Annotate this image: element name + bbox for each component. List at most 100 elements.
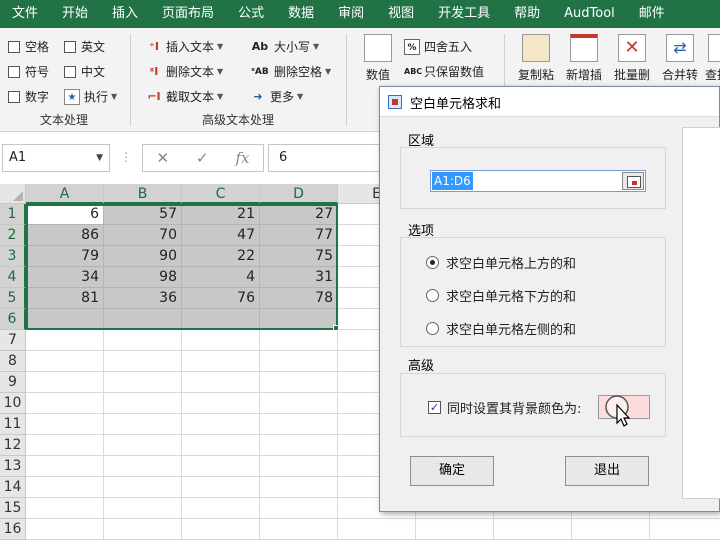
cell[interactable]: 70	[104, 225, 182, 246]
cell[interactable]	[26, 309, 104, 330]
cell[interactable]	[260, 414, 338, 435]
range-picker-icon[interactable]	[622, 172, 644, 190]
row-header-6[interactable]: 6	[0, 309, 26, 330]
cell[interactable]	[182, 498, 260, 519]
option-above[interactable]: 求空白单元格上方的和	[426, 253, 576, 272]
cell[interactable]	[26, 393, 104, 414]
cell[interactable]: 36	[104, 288, 182, 309]
menu-mail[interactable]: 邮件	[627, 0, 677, 28]
check-english[interactable]: 英文	[64, 38, 105, 55]
cell[interactable]	[26, 330, 104, 351]
cell[interactable]	[494, 519, 572, 540]
cell[interactable]	[104, 309, 182, 330]
cell[interactable]	[26, 456, 104, 477]
option-left[interactable]: 求空白单元格左侧的和	[426, 319, 576, 338]
cell[interactable]	[260, 309, 338, 330]
cell[interactable]	[572, 519, 650, 540]
menu-insert[interactable]: 插入	[100, 0, 150, 28]
extract-text-button[interactable]: ⌐I 截取文本 ▼	[146, 88, 223, 105]
row-header-13[interactable]: 13	[0, 456, 26, 477]
cell[interactable]	[182, 435, 260, 456]
menu-page-layout[interactable]: 页面布局	[150, 0, 226, 28]
cell[interactable]: 75	[260, 246, 338, 267]
menu-review[interactable]: 审阅	[326, 0, 376, 28]
execute-button[interactable]: ★ 执行 ▼	[64, 88, 117, 105]
bg-color-checkbox[interactable]: ✓ 同时设置其背景颜色为:	[428, 398, 581, 417]
delete-text-button[interactable]: ˣI 删除文本 ▼	[146, 63, 224, 80]
exit-button[interactable]: 退出	[565, 456, 649, 486]
row-header-8[interactable]: 8	[0, 351, 26, 372]
cell[interactable]	[182, 519, 260, 540]
check-space[interactable]: 空格	[8, 38, 49, 55]
row-header-16[interactable]: 16	[0, 519, 26, 540]
cancel-icon[interactable]: ✕	[156, 149, 169, 167]
cell[interactable]: 27	[260, 204, 338, 225]
cell[interactable]	[26, 414, 104, 435]
row-header-7[interactable]: 7	[0, 330, 26, 351]
cell[interactable]	[26, 351, 104, 372]
cell[interactable]	[182, 372, 260, 393]
name-box[interactable]: A1 ▼	[2, 144, 110, 172]
cell[interactable]: 22	[182, 246, 260, 267]
menu-formulas[interactable]: 公式	[226, 0, 276, 28]
row-header-1[interactable]: 1	[0, 204, 26, 225]
cell[interactable]	[104, 456, 182, 477]
option-below[interactable]: 求空白单元格下方的和	[426, 286, 576, 305]
ok-button[interactable]: 确定	[410, 456, 494, 486]
row-header-10[interactable]: 10	[0, 393, 26, 414]
cell[interactable]	[416, 519, 494, 540]
cell[interactable]	[260, 435, 338, 456]
cell[interactable]	[260, 519, 338, 540]
cell[interactable]: 76	[182, 288, 260, 309]
cell[interactable]	[182, 309, 260, 330]
cell[interactable]	[182, 414, 260, 435]
row-header-4[interactable]: 4	[0, 267, 26, 288]
menu-developer[interactable]: 开发工具	[426, 0, 502, 28]
cell[interactable]	[182, 456, 260, 477]
row-header-15[interactable]: 15	[0, 498, 26, 519]
cell[interactable]: 79	[26, 246, 104, 267]
cell[interactable]	[260, 351, 338, 372]
insert-text-button[interactable]: ⁺I 插入文本 ▼	[146, 38, 223, 55]
cell[interactable]	[26, 519, 104, 540]
cell[interactable]	[260, 477, 338, 498]
cell[interactable]	[104, 393, 182, 414]
cell[interactable]: 90	[104, 246, 182, 267]
row-header-5[interactable]: 5	[0, 288, 26, 309]
cell[interactable]: 21	[182, 204, 260, 225]
col-header-d[interactable]: D	[260, 184, 338, 204]
row-header-3[interactable]: 3	[0, 246, 26, 267]
cell[interactable]	[182, 393, 260, 414]
cell[interactable]: 6	[26, 204, 104, 225]
cell[interactable]	[26, 372, 104, 393]
menu-help[interactable]: 帮助	[502, 0, 552, 28]
cell[interactable]: 57	[104, 204, 182, 225]
cell[interactable]	[104, 477, 182, 498]
cell[interactable]	[338, 519, 416, 540]
cell[interactable]: 81	[26, 288, 104, 309]
delete-space-button[interactable]: ˣAB 删除空格 ▼	[250, 63, 331, 80]
row-header-14[interactable]: 14	[0, 477, 26, 498]
col-header-b[interactable]: B	[104, 184, 182, 204]
select-all-corner[interactable]	[0, 184, 26, 204]
range-input[interactable]: A1:D6	[430, 170, 646, 192]
cell[interactable]	[182, 477, 260, 498]
cell[interactable]	[650, 519, 720, 540]
cell[interactable]	[182, 330, 260, 351]
cell[interactable]	[260, 498, 338, 519]
cell[interactable]	[104, 519, 182, 540]
merge-convert-button[interactable]: ⇄ 合并转	[658, 34, 702, 83]
cell[interactable]: 86	[26, 225, 104, 246]
cell[interactable]	[182, 351, 260, 372]
find-button[interactable]: 查找	[702, 34, 720, 83]
fx-icon[interactable]: fx	[236, 149, 250, 167]
cell[interactable]	[26, 435, 104, 456]
cell[interactable]: 4	[182, 267, 260, 288]
cell[interactable]: 98	[104, 267, 182, 288]
cell[interactable]	[260, 330, 338, 351]
cell[interactable]	[26, 498, 104, 519]
menu-data[interactable]: 数据	[276, 0, 326, 28]
row-header-2[interactable]: 2	[0, 225, 26, 246]
keep-value-button[interactable]: ABC 只保留数值	[404, 63, 484, 80]
cell[interactable]: 78	[260, 288, 338, 309]
